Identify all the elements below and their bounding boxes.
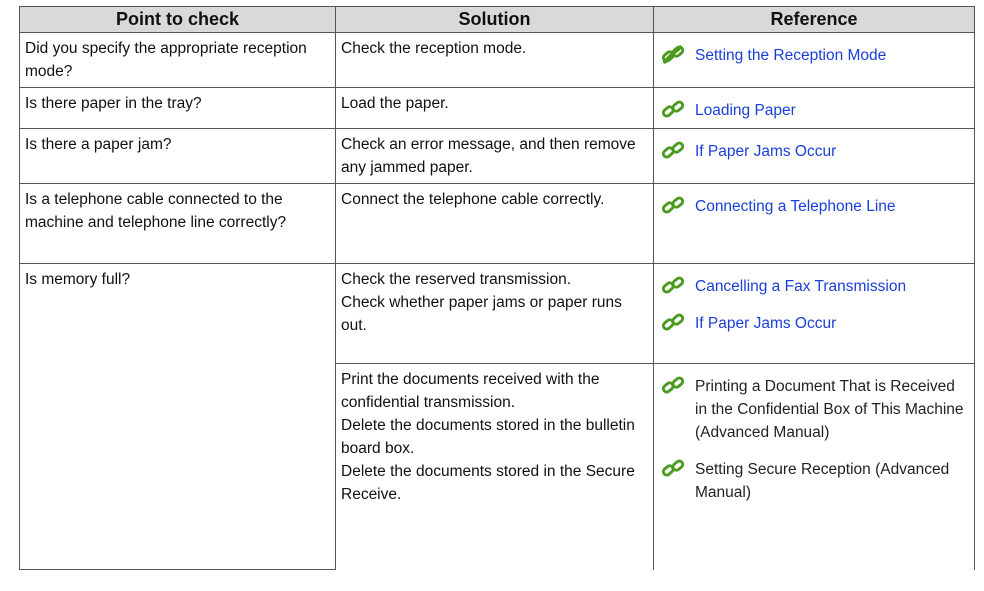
reference-cell: Loading Paper — [653, 87, 975, 129]
point-cell: Is there a paper jam? — [19, 128, 336, 184]
reference-cell: Connecting a Telephone Line — [653, 183, 975, 264]
header-solution: Solution — [335, 6, 654, 33]
solution-cell: Check the reserved transmission. Check w… — [335, 263, 654, 364]
solution-cell: Check an error message, and then remove … — [335, 128, 654, 184]
reference-link[interactable]: Connecting a Telephone Line — [695, 195, 896, 218]
point-cell: Is memory full? — [19, 263, 336, 570]
chain-link-icon — [661, 313, 685, 331]
solution-text: Check the reception mode. — [341, 40, 527, 57]
table-row: Is there a paper jam? Check an error mes… — [19, 128, 975, 184]
chain-link-icon — [661, 45, 685, 64]
reference-item[interactable]: Cancelling a Fax Transmission — [661, 275, 970, 298]
chain-link-icon — [661, 196, 685, 214]
header-point-to-check: Point to check — [19, 6, 336, 33]
solution-text: Check whether paper jams or paper runs o… — [341, 294, 622, 334]
reference-link[interactable]: Setting the Reception Mode — [695, 44, 886, 67]
solution-text: Check an error message, and then remove … — [341, 136, 636, 176]
solution-text: Connect the telephone cable correctly. — [341, 191, 605, 208]
chain-link-icon — [661, 276, 685, 294]
reference-cell: Cancelling a Fax Transmission If Paper J… — [653, 263, 975, 364]
header-reference: Reference — [653, 6, 975, 33]
reference-link[interactable]: If Paper Jams Occur — [695, 312, 836, 335]
chain-link-icon — [661, 376, 685, 394]
reference-text: Setting Secure Reception (Advanced Manua… — [695, 461, 950, 501]
reference-item[interactable]: Loading Paper — [661, 99, 970, 122]
reference-item: Setting Secure Reception (Advanced Manua… — [661, 458, 970, 504]
solution-text: Delete the documents stored in the bulle… — [341, 417, 635, 457]
point-cell: Is a telephone cable connected to the ma… — [19, 183, 336, 264]
point-cell: Did you specify the appropriate receptio… — [19, 32, 336, 88]
reference-item[interactable]: If Paper Jams Occur — [661, 140, 970, 163]
point-cell: Is there paper in the tray? — [19, 87, 336, 129]
solution-cell: Print the documents received with the co… — [335, 363, 654, 570]
table-row: Is memory full? Check the reserved trans… — [19, 263, 975, 570]
reference-item[interactable]: If Paper Jams Occur — [661, 312, 970, 335]
solution-text: Delete the documents stored in the Secur… — [341, 463, 635, 503]
solution-text: Load the paper. — [341, 95, 449, 112]
solution-cell: Check the reception mode. — [335, 32, 654, 88]
reference-link[interactable]: Cancelling a Fax Transmission — [695, 275, 906, 298]
reference-cell: Printing a Document That is Received in … — [653, 363, 975, 570]
troubleshooting-table: Point to check Solution Reference Did yo… — [19, 6, 975, 570]
solution-text: Check the reserved transmission. — [341, 271, 572, 288]
reference-item: Printing a Document That is Received in … — [661, 375, 970, 444]
chain-link-icon — [661, 141, 685, 159]
solution-cell: Connect the telephone cable correctly. — [335, 183, 654, 264]
table-row: Did you specify the appropriate receptio… — [19, 32, 975, 88]
reference-item[interactable]: Connecting a Telephone Line — [661, 195, 970, 218]
chain-link-icon — [661, 459, 685, 477]
table-row: Is a telephone cable connected to the ma… — [19, 183, 975, 264]
chain-link-icon — [661, 100, 685, 118]
table-header-row: Point to check Solution Reference — [19, 6, 975, 33]
solution-text: Print the documents received with the co… — [341, 371, 600, 411]
reference-link[interactable]: Loading Paper — [695, 99, 796, 122]
reference-link[interactable]: If Paper Jams Occur — [695, 140, 836, 163]
reference-text: Printing a Document That is Received in … — [695, 378, 964, 441]
table-row: Is there paper in the tray? Load the pap… — [19, 87, 975, 129]
solution-cell: Load the paper. — [335, 87, 654, 129]
reference-item[interactable]: Setting the Reception Mode — [661, 44, 970, 67]
reference-cell: If Paper Jams Occur — [653, 128, 975, 184]
reference-cell: Setting the Reception Mode — [653, 32, 975, 88]
